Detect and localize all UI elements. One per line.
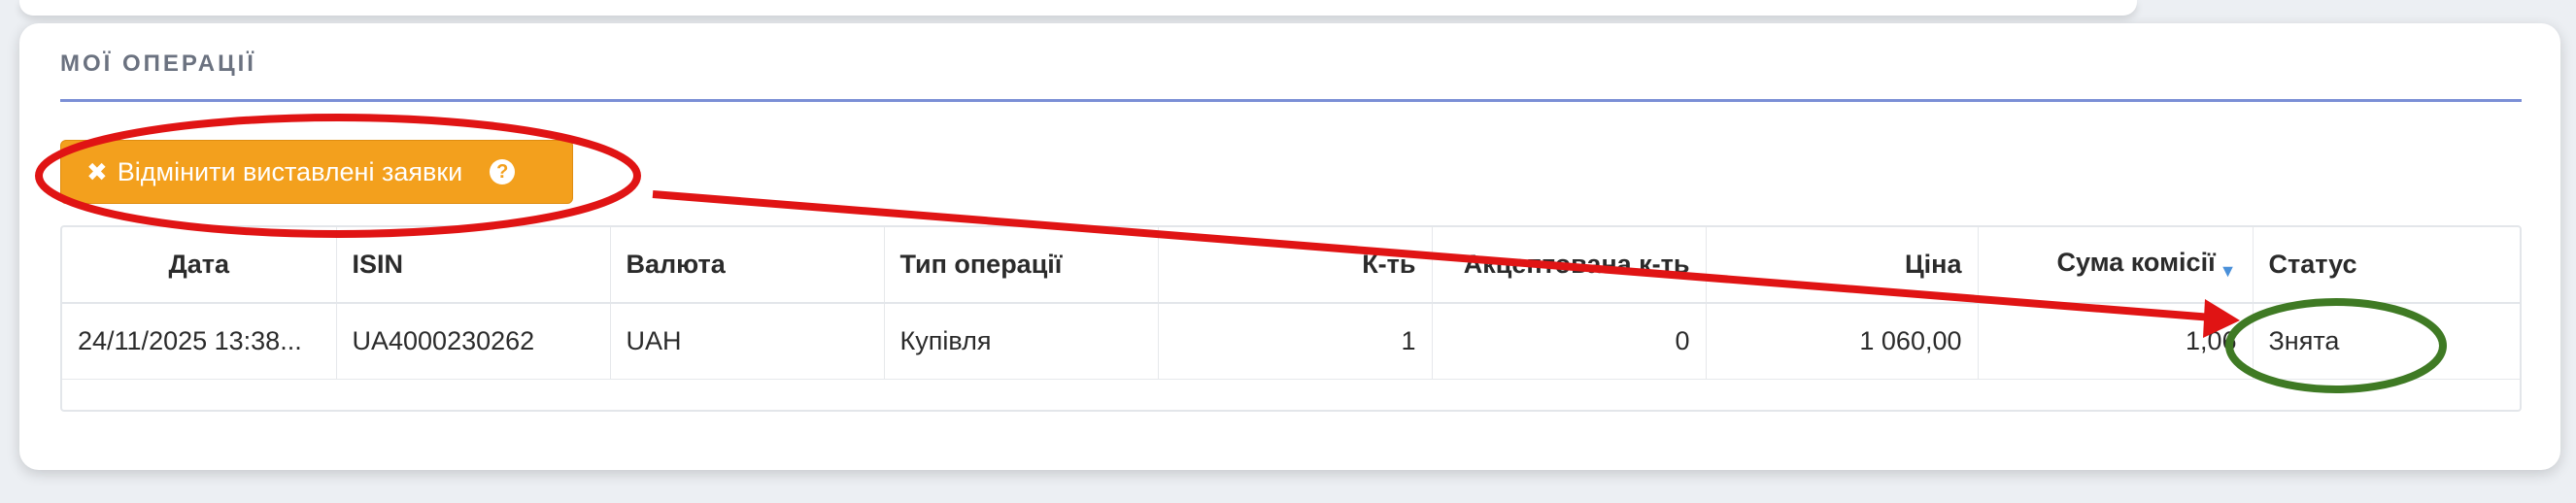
sort-desc-icon[interactable]: ▼ — [2220, 261, 2237, 281]
cell-price: 1 060,00 — [1706, 303, 1979, 380]
cancel-orders-button[interactable]: ✖ Відмінити виставлені заявки ? — [60, 140, 573, 204]
times-icon: ✖ — [86, 156, 108, 186]
column-header-quantity[interactable]: К-ть — [1158, 227, 1433, 304]
column-header-accepted-quantity[interactable]: Акцептована к-ть — [1432, 227, 1707, 304]
column-header-currency[interactable]: Валюта — [610, 227, 885, 304]
cell-status: Знята — [2253, 303, 2520, 380]
column-header-isin[interactable]: ISIN — [336, 227, 611, 304]
column-header-price[interactable]: Ціна — [1706, 227, 1979, 304]
my-operations-card: МОЇ ОПЕРАЦІЇ ✖ Відмінити виставлені заяв… — [19, 23, 2560, 470]
column-header-date[interactable]: Дата — [62, 227, 337, 304]
cell-operation-type: Купівля — [884, 303, 1159, 380]
column-header-commission-label: Сума комісії — [2056, 248, 2216, 277]
table-header-row: Дата ISIN Валюта Тип операції К-ть Акцеп… — [62, 227, 2520, 304]
operations-table: Дата ISIN Валюта Тип операції К-ть Акцеп… — [60, 225, 2522, 412]
cell-accepted-quantity: 0 — [1432, 303, 1707, 380]
column-header-commission[interactable]: Сума комісії ▼ — [1978, 227, 2254, 304]
previous-card-edge — [19, 0, 2137, 16]
column-header-status[interactable]: Статус — [2253, 227, 2520, 304]
cell-quantity: 1 — [1158, 303, 1433, 380]
title-divider — [60, 99, 2522, 102]
question-circle-icon[interactable]: ? — [490, 159, 516, 184]
cell-date: 24/11/2025 13:38... — [62, 303, 337, 380]
cell-currency: UAH — [610, 303, 885, 380]
cell-commission: 1,06 — [1978, 303, 2254, 380]
column-header-operation-type[interactable]: Тип операції — [884, 227, 1159, 304]
table-row[interactable]: 24/11/2025 13:38... UA4000230262 UAH Куп… — [62, 303, 2520, 380]
cell-isin: UA4000230262 — [336, 303, 611, 380]
cancel-orders-label: Відмінити виставлені заявки — [117, 156, 463, 186]
section-title: МОЇ ОПЕРАЦІЇ — [60, 50, 256, 77]
